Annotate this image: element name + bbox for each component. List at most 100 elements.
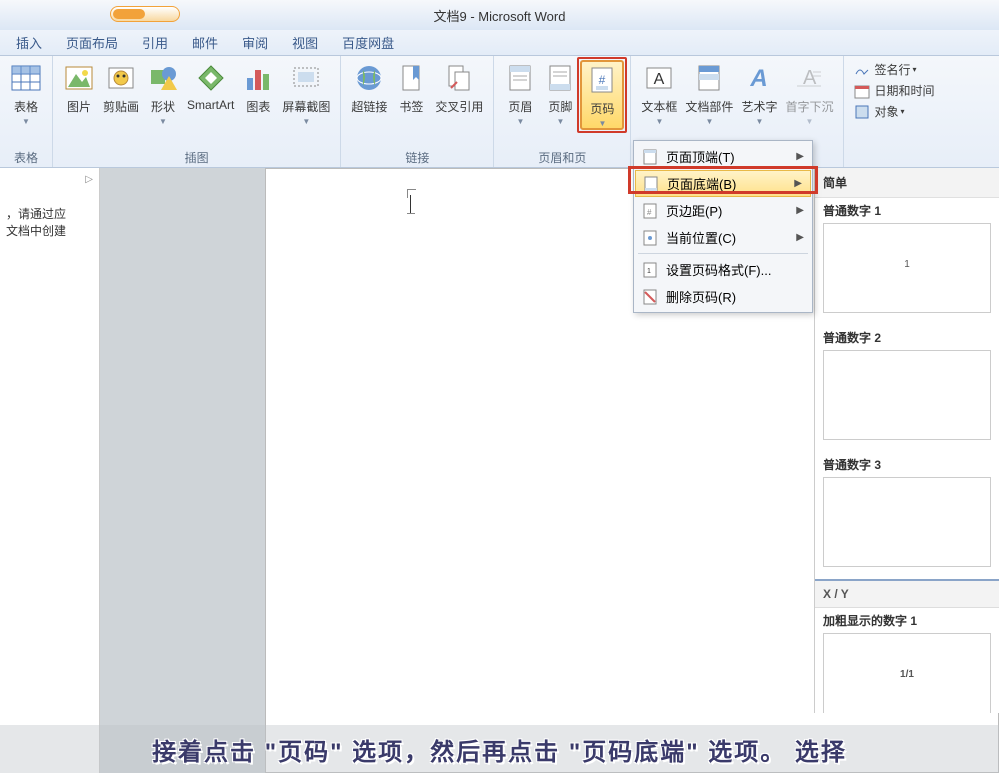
- screenshot-button[interactable]: 屏幕截图 ▼: [278, 60, 334, 128]
- bookmark-button[interactable]: 书签: [391, 60, 431, 117]
- svg-text:#: #: [599, 73, 606, 87]
- crossref-button[interactable]: 交叉引用: [431, 60, 487, 117]
- preview-bold-1: 1/1: [823, 633, 991, 713]
- tab-baidu[interactable]: 百度网盘: [330, 33, 406, 52]
- signature-icon: [854, 62, 870, 78]
- bookmark-icon: [395, 62, 427, 94]
- object-button[interactable]: 对象▾: [850, 102, 938, 121]
- group-illustrations: 图片 剪贴画 形状 ▼ SmartArt 图表 屏幕截图: [53, 56, 341, 167]
- group-header-footer: 页眉 ▼ 页脚 ▼ # 页码 ▼ 页眉和页: [494, 56, 631, 167]
- hyperlink-button[interactable]: 超链接: [347, 60, 391, 117]
- clipart-icon: [105, 62, 137, 94]
- page-icon: [643, 176, 659, 192]
- svg-text:#: #: [647, 208, 652, 217]
- quick-access-indicator: [110, 6, 180, 22]
- title-bar: 文档9 - Microsoft Word: [0, 0, 999, 30]
- ribbon: 表格 ▼ 表格 图片 剪贴画 形状 ▼ SmartArt: [0, 56, 999, 168]
- gallery-option[interactable]: 普通数字 2: [815, 325, 999, 452]
- gallery-option[interactable]: 普通数字 1 1: [815, 198, 999, 325]
- format-icon: 1: [642, 262, 658, 278]
- smartart-button[interactable]: SmartArt: [183, 60, 238, 114]
- dropdown-arrow-icon: ▼: [516, 117, 524, 126]
- gallery-option[interactable]: 加粗显示的数字 1 1/1: [815, 608, 999, 713]
- preview-plain-1: 1: [823, 223, 991, 313]
- side-panel: ▷ ，请通过应 文档中创建: [0, 168, 100, 773]
- menu-format-page-numbers[interactable]: 1 设置页码格式(F)...: [634, 256, 812, 283]
- datetime-button[interactable]: 日期和时间: [850, 81, 938, 100]
- table-icon: [10, 62, 42, 94]
- dropdown-arrow-icon: ▼: [598, 119, 606, 128]
- page-icon: [642, 230, 658, 246]
- footer-button[interactable]: 页脚 ▼: [540, 60, 580, 128]
- menu-current-position[interactable]: 当前位置(C) ▶: [634, 224, 812, 251]
- globe-icon: [353, 62, 385, 94]
- calendar-icon: [854, 83, 870, 99]
- svg-text:A: A: [654, 71, 665, 88]
- tab-mailings[interactable]: 邮件: [180, 33, 230, 52]
- wordart-icon: A: [743, 62, 775, 94]
- tutorial-caption: 接着点击 "页码" 选项，然后再点击 "页码底端" 选项。 选择: [0, 725, 999, 773]
- quickparts-button[interactable]: 文档部件 ▼: [681, 60, 737, 128]
- group-links: 超链接 书签 交叉引用 链接: [341, 56, 494, 167]
- menu-page-top[interactable]: 页面顶端(T) ▶: [634, 143, 812, 170]
- textbox-icon: A: [643, 62, 675, 94]
- tab-references[interactable]: 引用: [130, 33, 180, 52]
- page-margin: [100, 168, 265, 773]
- gallery-section-xy: X / Y: [815, 579, 999, 608]
- text-cursor: [410, 195, 411, 213]
- gallery-option[interactable]: 普通数字 3: [815, 452, 999, 579]
- preview-plain-2: [823, 350, 991, 440]
- crossref-icon: [443, 62, 475, 94]
- preview-plain-3: [823, 477, 991, 567]
- remove-icon: [642, 289, 658, 305]
- menu-page-bottom[interactable]: 页面底端(B) ▶: [635, 170, 811, 197]
- page-number-button[interactable]: # 页码 ▼: [580, 60, 624, 130]
- dropdown-arrow-icon: ▼: [655, 117, 663, 126]
- tab-page-layout[interactable]: 页面布局: [54, 33, 130, 52]
- page-number-dropdown: 页面顶端(T) ▶ 页面底端(B) ▶ # 页边距(P) ▶ 当前位置(C) ▶…: [633, 140, 813, 313]
- group-tables: 表格 ▼ 表格: [0, 56, 53, 167]
- tab-review[interactable]: 审阅: [230, 33, 280, 52]
- page-icon: [642, 149, 658, 165]
- dropdown-arrow-icon: ▼: [22, 117, 30, 126]
- tab-view[interactable]: 视图: [280, 33, 330, 52]
- submenu-arrow-icon: ▶: [796, 151, 804, 162]
- window-title: 文档9 - Microsoft Word: [434, 6, 566, 25]
- chart-button[interactable]: 图表: [238, 60, 278, 117]
- screenshot-icon: [290, 62, 322, 94]
- picture-icon: [63, 62, 95, 94]
- tab-insert[interactable]: 插入: [4, 33, 54, 52]
- dropdown-arrow-icon: ▼: [806, 117, 814, 126]
- gallery-section-simple: 简单: [815, 168, 999, 198]
- dropdown-arrow-icon: ▼: [556, 117, 564, 126]
- submenu-arrow-icon: ▶: [796, 205, 804, 216]
- shapes-button[interactable]: 形状 ▼: [143, 60, 183, 128]
- menu-remove-page-numbers[interactable]: 删除页码(R): [634, 283, 812, 310]
- footer-icon: [544, 62, 576, 94]
- page-number-gallery: 简单 普通数字 1 1 普通数字 2 普通数字 3 X / Y 加粗显示的数字 …: [814, 168, 999, 713]
- shapes-icon: [147, 62, 179, 94]
- dropdown-arrow-icon: ▼: [755, 117, 763, 126]
- dropdown-arrow-icon: ▼: [302, 117, 310, 126]
- page-number-highlight: # 页码 ▼: [580, 60, 624, 130]
- page-icon: #: [642, 203, 658, 219]
- dropdown-arrow-icon: ▼: [159, 117, 167, 126]
- svg-text:1: 1: [647, 268, 651, 275]
- dropcap-button[interactable]: A 首字下沉 ▼: [781, 60, 837, 128]
- signature-button[interactable]: 签名行▾: [850, 60, 938, 79]
- textbox-button[interactable]: A 文本框 ▼: [637, 60, 681, 128]
- picture-button[interactable]: 图片: [59, 60, 99, 117]
- page-number-icon: #: [586, 64, 618, 96]
- quickparts-icon: [693, 62, 725, 94]
- menu-separator: [638, 253, 808, 254]
- object-icon: [854, 104, 870, 120]
- wordart-button[interactable]: A 艺术字 ▼: [737, 60, 781, 128]
- table-button[interactable]: 表格 ▼: [6, 60, 46, 128]
- svg-text:A: A: [750, 65, 768, 92]
- header-button[interactable]: 页眉 ▼: [500, 60, 540, 128]
- ribbon-tabs: 插入 页面布局 引用 邮件 审阅 视图 百度网盘: [0, 30, 999, 56]
- submenu-arrow-icon: ▶: [794, 178, 802, 189]
- clipart-button[interactable]: 剪贴画: [99, 60, 143, 117]
- smartart-icon: [195, 62, 227, 94]
- menu-page-margins[interactable]: # 页边距(P) ▶: [634, 197, 812, 224]
